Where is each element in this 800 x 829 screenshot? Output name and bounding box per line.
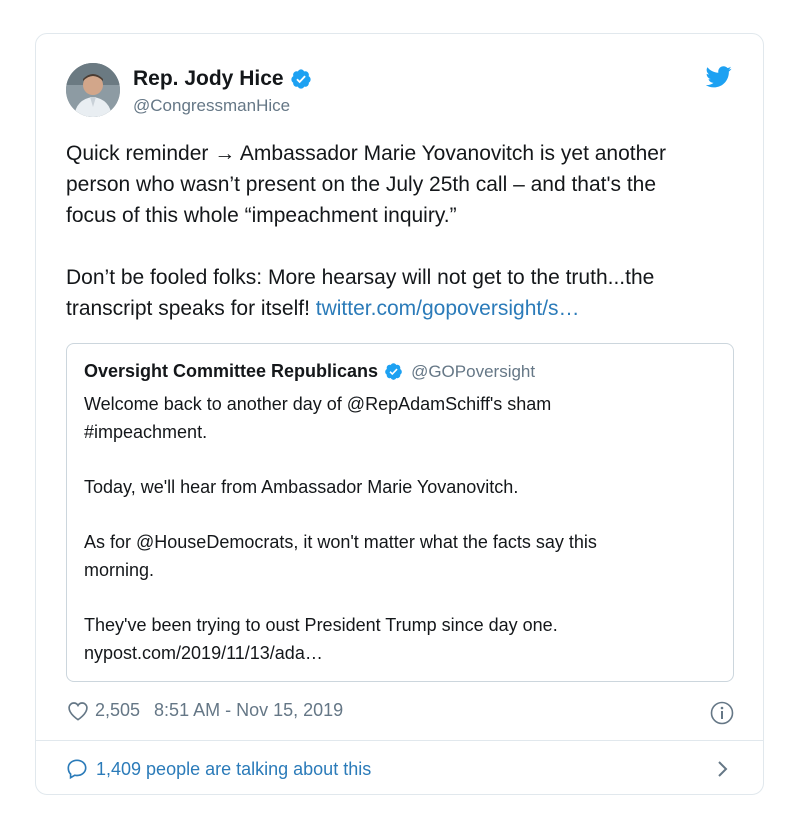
author-name-row[interactable]: Rep. Jody Hice (133, 67, 312, 91)
comment-bubble-icon (67, 759, 87, 780)
quoted-line: #impeachment. (84, 422, 208, 442)
quoted-author-handle[interactable]: @GOPoversight (411, 362, 535, 382)
divider (36, 740, 763, 741)
quoted-author-name[interactable]: Oversight Committee Republicans (84, 361, 378, 382)
quoted-tweet-header: Oversight Committee Republicans @GOPover… (84, 361, 535, 382)
quoted-tweet[interactable]: Oversight Committee Republicans @GOPover… (66, 343, 734, 682)
author-handle[interactable]: @CongressmanHice (133, 96, 290, 116)
tweet-line-last: transcript speaks for itself! twitter.co… (66, 293, 746, 324)
chevron-right-icon[interactable] (716, 759, 730, 779)
tweet-embed-card: Rep. Jody Hice @CongressmanHice Quick re… (35, 33, 764, 795)
tweet-line-text: transcript speaks for itself! (66, 297, 316, 320)
quoted-line: Welcome back to another day of @RepAdamS… (84, 394, 552, 414)
quoted-line: Today, we'll hear from Ambassador Marie … (84, 477, 519, 497)
quoted-line: nypost.com/2019/11/13/ada… (84, 643, 323, 663)
quoted-line: They've been trying to oust President Tr… (84, 615, 558, 635)
info-icon[interactable] (710, 701, 734, 725)
quoted-tweet-text: Welcome back to another day of @RepAdamS… (84, 390, 714, 667)
twitter-bird-icon[interactable] (706, 66, 732, 88)
like-count[interactable]: 2,505 (95, 700, 140, 721)
tweet-line: Quick reminder → Ambassador Marie Yovano… (66, 142, 666, 165)
timestamp[interactable]: 8:51 AM - Nov 15, 2019 (154, 700, 343, 721)
conversation-link[interactable]: 1,409 people are talking about this (66, 758, 371, 780)
verified-badge-icon (385, 363, 402, 380)
heart-icon[interactable] (67, 701, 89, 721)
tweet-link[interactable]: twitter.com/gopoversight/s… (316, 297, 580, 320)
quoted-line: As for @HouseDemocrats, it won't matter … (84, 532, 597, 552)
avatar[interactable] (66, 63, 120, 117)
tweet-line: Don’t be fooled folks: More hearsay will… (66, 266, 655, 289)
tweet-text: Quick reminder → Ambassador Marie Yovano… (66, 138, 746, 324)
quoted-line: morning. (84, 560, 155, 580)
tweet-line: person who wasn’t present on the July 25… (66, 173, 657, 196)
tweet-line: focus of this whole “impeachment inquiry… (66, 204, 457, 227)
tweet-meta: 2,505 8:51 AM - Nov 15, 2019 (67, 700, 343, 721)
conversation-count[interactable]: 1,409 people are talking about this (96, 759, 371, 780)
author-name[interactable]: Rep. Jody Hice (133, 67, 284, 91)
verified-badge-icon (290, 69, 311, 89)
